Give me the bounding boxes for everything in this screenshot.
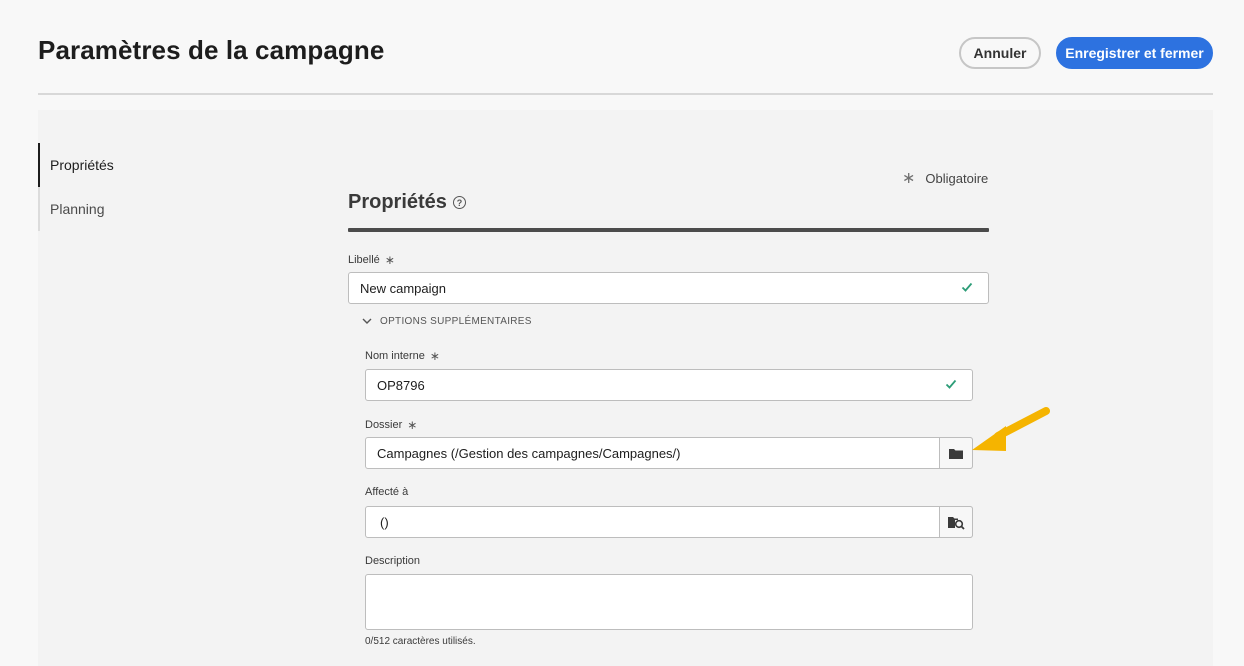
nom-interne-label: Nom interne ∗ (365, 349, 440, 363)
folder-search-icon (948, 516, 965, 530)
affecte-label-text: Affecté à (365, 486, 409, 498)
dossier-label-text: Dossier (365, 419, 403, 431)
header-divider (38, 93, 1213, 95)
libelle-input[interactable]: New campaign (348, 272, 989, 304)
required-legend-label: Obligatoire (925, 170, 989, 186)
sidenav-item-proprietes[interactable]: Propriétés (38, 143, 238, 187)
options-toggle-label: OPTIONS SUPPLÉMENTAIRES (380, 316, 532, 327)
options-supplementaires-toggle[interactable]: OPTIONS SUPPLÉMENTAIRES (362, 316, 532, 327)
nom-interne-label-text: Nom interne (365, 350, 425, 362)
libelle-label: Libellé ∗ (348, 253, 395, 267)
required-asterisk-icon: ∗ (384, 253, 395, 267)
required-legend: ∗ Obligatoire (902, 168, 988, 188)
dossier-label: Dossier ∗ (365, 418, 417, 432)
description-label: Description (365, 555, 420, 567)
description-textarea[interactable] (365, 574, 973, 630)
libelle-value: New campaign (360, 280, 446, 296)
save-and-close-button[interactable]: Enregistrer et fermer (1056, 37, 1213, 69)
libelle-label-text: Libellé (348, 254, 380, 266)
affecte-input[interactable]: () (365, 506, 973, 538)
sidenav-item-label: Planning (50, 201, 105, 217)
required-asterisk-icon: ∗ (407, 418, 418, 432)
chevron-down-icon (362, 318, 372, 324)
description-label-text: Description (365, 555, 421, 567)
cancel-button[interactable]: Annuler (959, 37, 1041, 69)
arrow-annotation (972, 407, 1050, 451)
sidenav-item-planning[interactable]: Planning (38, 187, 238, 231)
check-icon (945, 379, 957, 389)
dossier-value: Campagnes (/Gestion des campagnes/Campag… (377, 445, 681, 461)
help-icon[interactable]: ? (452, 196, 466, 209)
page-title: Paramètres de la campagne (38, 35, 385, 65)
required-asterisk-icon: ∗ (429, 349, 440, 363)
check-icon (961, 282, 973, 292)
affecte-value: () (380, 514, 389, 530)
section-rule (348, 228, 989, 232)
nom-interne-value: OP8796 (377, 377, 425, 393)
section-title-label: Propriétés (348, 191, 447, 213)
asterisk-icon: ∗ (902, 170, 916, 187)
affecte-label: Affecté à (365, 486, 408, 498)
dossier-input[interactable]: Campagnes (/Gestion des campagnes/Campag… (365, 437, 973, 469)
sidenav-item-label: Propriétés (50, 157, 114, 173)
section-title: Propriétés ? (348, 191, 466, 214)
assignee-picker-button[interactable] (939, 506, 973, 538)
char-count: 0/512 caractères utilisés. (365, 636, 476, 647)
nom-interne-input[interactable]: OP8796 (365, 369, 973, 401)
